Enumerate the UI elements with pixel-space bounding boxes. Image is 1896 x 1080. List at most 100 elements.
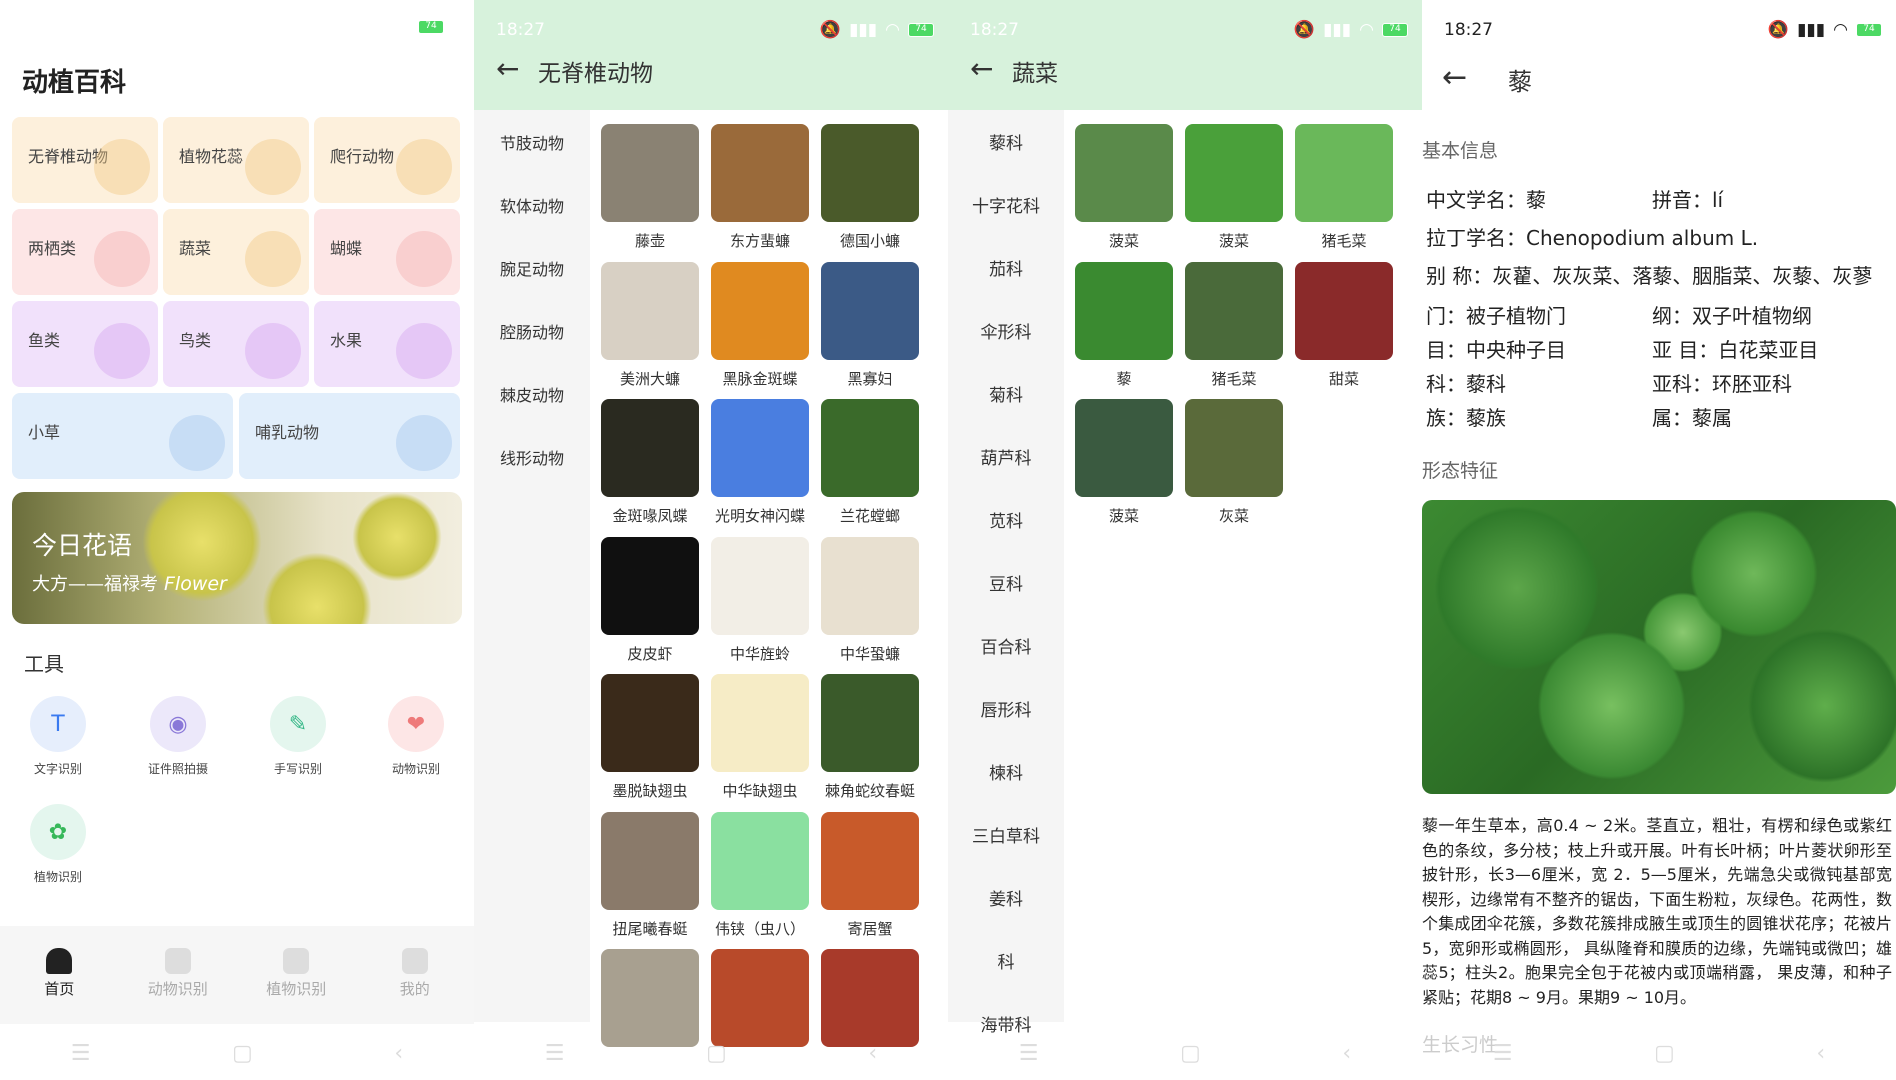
species-label: 猪毛菜 [1211, 369, 1257, 388]
category-item[interactable]: 三白草科 [948, 803, 1064, 866]
category-item[interactable]: 百合科 [948, 614, 1064, 677]
tool-button[interactable]: ◉ 证件照拍摄 [133, 696, 223, 777]
species-card[interactable]: 皮皮虾 [600, 536, 700, 664]
category-tile[interactable]: 鱼类 [12, 301, 158, 387]
species-card[interactable]: 墨脱缺翅虫 [600, 674, 700, 801]
category-item[interactable]: 腕足动物 [474, 236, 590, 299]
tile-label: 蝴蝶 [330, 239, 363, 258]
species-card[interactable]: 中华缺翅虫 [710, 674, 810, 801]
species-image [1295, 261, 1393, 360]
category-tile[interactable]: 蝴蝶 [314, 209, 460, 295]
species-card[interactable]: 猪毛菜 [1294, 124, 1394, 251]
species-card[interactable]: 棘角蛇纹春蜓 [820, 674, 920, 801]
back-nav-icon[interactable]: ‹ [1342, 1041, 1351, 1066]
species-card[interactable]: 中华蛩蠊 [820, 536, 920, 664]
category-item[interactable]: 菊科 [948, 362, 1064, 425]
category-tile[interactable]: 蔬菜 [163, 209, 309, 295]
category-item[interactable]: 楝科 [948, 740, 1064, 803]
bottom-tab[interactable]: 首页 [0, 926, 119, 1024]
animal-icon [164, 948, 191, 974]
home-nav-icon[interactable]: ▢ [1180, 1041, 1201, 1066]
back-arrow-icon[interactable]: ← [496, 52, 519, 85]
species-image [821, 536, 919, 635]
tool-button[interactable]: T 文字识别 [13, 696, 103, 777]
species-card[interactable]: 藤壶 [600, 124, 700, 251]
category-tile[interactable]: 小草 [12, 393, 233, 479]
back-nav-icon[interactable]: ‹ [868, 1041, 877, 1066]
category-tile[interactable]: 水果 [314, 301, 460, 387]
species-card[interactable]: 金斑喙凤蝶 [600, 399, 700, 526]
dog-icon: ❤ [388, 696, 444, 752]
category-item[interactable]: 十字花科 [948, 173, 1064, 236]
bottom-tab[interactable]: 植物识别 [237, 926, 356, 1024]
bottom-tab[interactable]: 动物识别 [119, 926, 238, 1024]
category-tile[interactable]: 植物花蕊 [163, 117, 309, 203]
menu-nav-icon[interactable]: ☰ [1493, 1041, 1513, 1066]
species-card[interactable]: 菠菜 [1184, 124, 1284, 251]
tile-illustration-icon [245, 139, 301, 195]
menu-nav-icon[interactable]: ☰ [545, 1041, 565, 1066]
category-item[interactable]: 腔肠动物 [474, 299, 590, 362]
category-tile[interactable]: 鸟类 [163, 301, 309, 387]
category-item[interactable]: 姜科 [948, 866, 1064, 929]
back-arrow-icon[interactable]: ← [970, 52, 993, 85]
category-item[interactable]: 软体动物 [474, 173, 590, 236]
category-item[interactable]: 豆科 [948, 551, 1064, 614]
species-card[interactable]: 菠菜 [1074, 124, 1174, 251]
home-nav-icon[interactable]: ▢ [1654, 1041, 1675, 1066]
species-card[interactable]: 猪毛菜 [1184, 261, 1284, 389]
status-bar: 18:27 🔕 ▮▮▮ ◠ 74 [474, 0, 948, 58]
category-item[interactable]: 线形动物 [474, 425, 590, 488]
info-field: 拼音：lí [1652, 188, 1724, 212]
species-card[interactable]: 黑脉金斑蝶 [710, 261, 810, 389]
species-card[interactable]: 黑寡妇 [820, 261, 920, 389]
info-field: 别 称：灰藋、灰灰菜、落藜、胭脂菜、灰藜、灰蓼 [1426, 264, 1873, 288]
category-tile[interactable]: 两栖类 [12, 209, 158, 295]
category-item[interactable]: 茄科 [948, 236, 1064, 299]
category-tile[interactable]: 无脊椎动物 [12, 117, 158, 203]
species-image [821, 261, 919, 360]
species-card[interactable]: 扭尾曦春蜓 [600, 811, 700, 939]
category-item[interactable]: 伞形科 [948, 299, 1064, 362]
species-label: 藤壶 [634, 232, 665, 250]
species-card[interactable]: 德国小蠊 [820, 124, 920, 251]
category-item[interactable]: 葫芦科 [948, 425, 1064, 488]
category-tile[interactable]: 哺乳动物 [239, 393, 460, 479]
home-nav-icon[interactable]: ▢ [706, 1041, 727, 1066]
category-item[interactable]: 科 [948, 929, 1064, 992]
back-nav-icon[interactable]: ‹ [1816, 1041, 1825, 1066]
tool-button[interactable]: ✿ 植物识别 [13, 804, 103, 885]
species-card[interactable]: 寄居蟹 [820, 811, 920, 939]
species-card[interactable]: 东方蜚蠊 [710, 124, 810, 251]
category-item[interactable]: 苋科 [948, 488, 1064, 551]
species-card[interactable]: 中华旌蛉 [710, 536, 810, 664]
species-card[interactable]: 灰菜 [1184, 399, 1284, 526]
menu-nav-icon[interactable]: ☰ [71, 1041, 91, 1066]
tool-button[interactable]: ❤ 动物识别 [371, 696, 461, 777]
species-image [711, 536, 809, 635]
species-card[interactable]: 藜 [1074, 261, 1174, 389]
species-card[interactable]: 兰花螳螂 [820, 399, 920, 526]
species-image [1075, 399, 1173, 497]
species-card[interactable]: 光明女神闪蝶 [710, 399, 810, 526]
back-nav-icon[interactable]: ‹ [394, 1041, 403, 1066]
category-item[interactable]: 节肢动物 [474, 110, 590, 173]
species-card[interactable]: 甜菜 [1294, 261, 1394, 389]
tool-button[interactable]: ✎ 手写识别 [253, 696, 343, 777]
menu-nav-icon[interactable]: ☰ [1019, 1041, 1039, 1066]
category-tile[interactable]: 爬行动物 [314, 117, 460, 203]
category-item[interactable]: 棘皮动物 [474, 362, 590, 425]
bottom-tab[interactable]: 我的 [356, 926, 475, 1024]
home-nav-icon[interactable]: ▢ [232, 1041, 253, 1066]
back-arrow-icon[interactable]: ← [1442, 60, 1467, 95]
species-card[interactable]: 菠菜 [1074, 399, 1174, 526]
tile-illustration-icon [94, 323, 150, 379]
tile-illustration-icon [245, 231, 301, 287]
species-card[interactable]: 伟铗（虫八） [710, 811, 810, 939]
category-item[interactable]: 藜科 [948, 110, 1064, 173]
bottom-tab-label: 首页 [44, 980, 75, 998]
species-card[interactable]: 美洲大蠊 [600, 261, 700, 389]
daily-flower-banner[interactable]: 今日花语 大方——福禄考 Flower [12, 492, 462, 624]
category-item[interactable]: 唇形科 [948, 677, 1064, 740]
wifi-icon: ◠ [885, 20, 900, 40]
